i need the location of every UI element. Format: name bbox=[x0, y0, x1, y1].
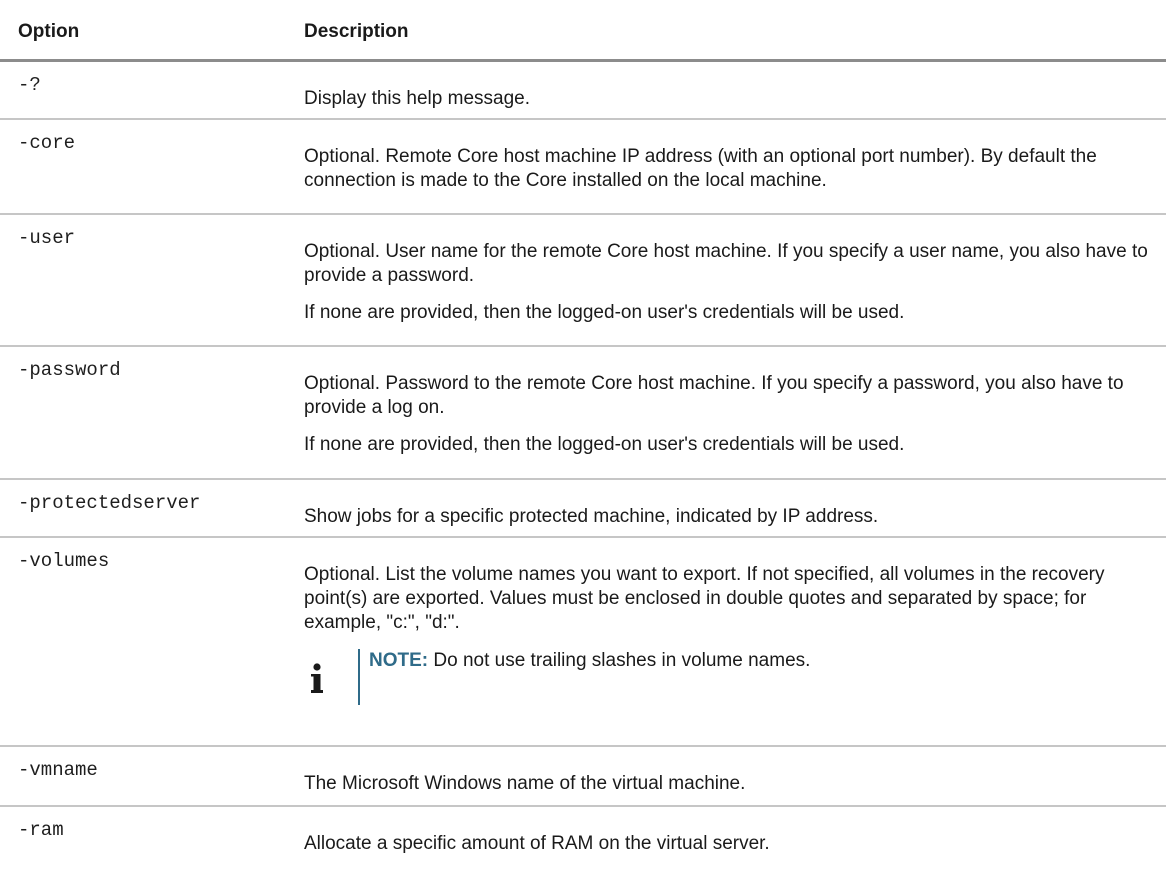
option-name: -volumes bbox=[18, 550, 110, 572]
description-text: Allocate a specific amount of RAM on the… bbox=[304, 833, 770, 854]
option-name: -? bbox=[18, 74, 41, 96]
description-text: Optional. User name for the remote Core … bbox=[304, 241, 1148, 286]
description-text: The Microsoft Windows name of the virtua… bbox=[304, 773, 746, 794]
option-description: Allocate a specific amount of RAM on the… bbox=[304, 832, 1154, 856]
option-description: Optional. List the volume names you want… bbox=[304, 563, 1154, 705]
note-label: NOTE: bbox=[369, 650, 429, 671]
table-row: -protectedserver Show jobs for a specifi… bbox=[0, 480, 1166, 538]
table-header: Option Description bbox=[0, 0, 1166, 62]
description-text: Optional. List the volume names you want… bbox=[304, 564, 1105, 633]
note-accent-bar bbox=[358, 649, 360, 705]
table-row: -user Optional. User name for the remote… bbox=[0, 215, 1166, 347]
table-row: -ram Allocate a specific amount of RAM o… bbox=[0, 807, 1166, 878]
note-body: Do not use trailing slashes in volume na… bbox=[428, 650, 811, 671]
option-name: -vmname bbox=[18, 759, 98, 781]
option-name: -user bbox=[18, 227, 76, 249]
note-text: NOTE: Do not use trailing slashes in vol… bbox=[369, 649, 810, 673]
info-icon bbox=[311, 663, 323, 693]
description-text: Show jobs for a specific protected machi… bbox=[304, 506, 879, 527]
option-description: The Microsoft Windows name of the virtua… bbox=[304, 772, 1154, 796]
option-name: -protectedserver bbox=[18, 492, 201, 514]
table-row: -? Display this help message. bbox=[0, 62, 1166, 120]
header-option: Option bbox=[18, 21, 80, 42]
header-description: Description bbox=[304, 21, 409, 42]
description-text: Display this help message. bbox=[304, 88, 530, 109]
option-description: Display this help message. bbox=[304, 87, 1154, 111]
option-name: -password bbox=[18, 359, 121, 381]
option-description: Optional. Remote Core host machine IP ad… bbox=[304, 145, 1154, 193]
table-row: -vmname The Microsoft Windows name of th… bbox=[0, 747, 1166, 807]
table-row: -password Optional. Password to the remo… bbox=[0, 347, 1166, 480]
option-description: Optional. Password to the remote Core ho… bbox=[304, 372, 1154, 457]
table-row: -volumes Optional. List the volume names… bbox=[0, 538, 1166, 747]
description-text: If none are provided, then the logged-on… bbox=[304, 302, 905, 323]
description-text: If none are provided, then the logged-on… bbox=[304, 434, 905, 455]
description-text: Optional. Password to the remote Core ho… bbox=[304, 373, 1124, 418]
options-table: Option Description -? Display this help … bbox=[0, 0, 1166, 878]
description-text: Optional. Remote Core host machine IP ad… bbox=[304, 146, 1097, 191]
option-name: -ram bbox=[18, 819, 64, 841]
option-description: Optional. User name for the remote Core … bbox=[304, 240, 1154, 325]
note-callout: NOTE: Do not use trailing slashes in vol… bbox=[304, 649, 1154, 705]
table-row: -core Optional. Remote Core host machine… bbox=[0, 120, 1166, 215]
option-description: Show jobs for a specific protected machi… bbox=[304, 505, 1154, 529]
option-name: -core bbox=[18, 132, 76, 154]
